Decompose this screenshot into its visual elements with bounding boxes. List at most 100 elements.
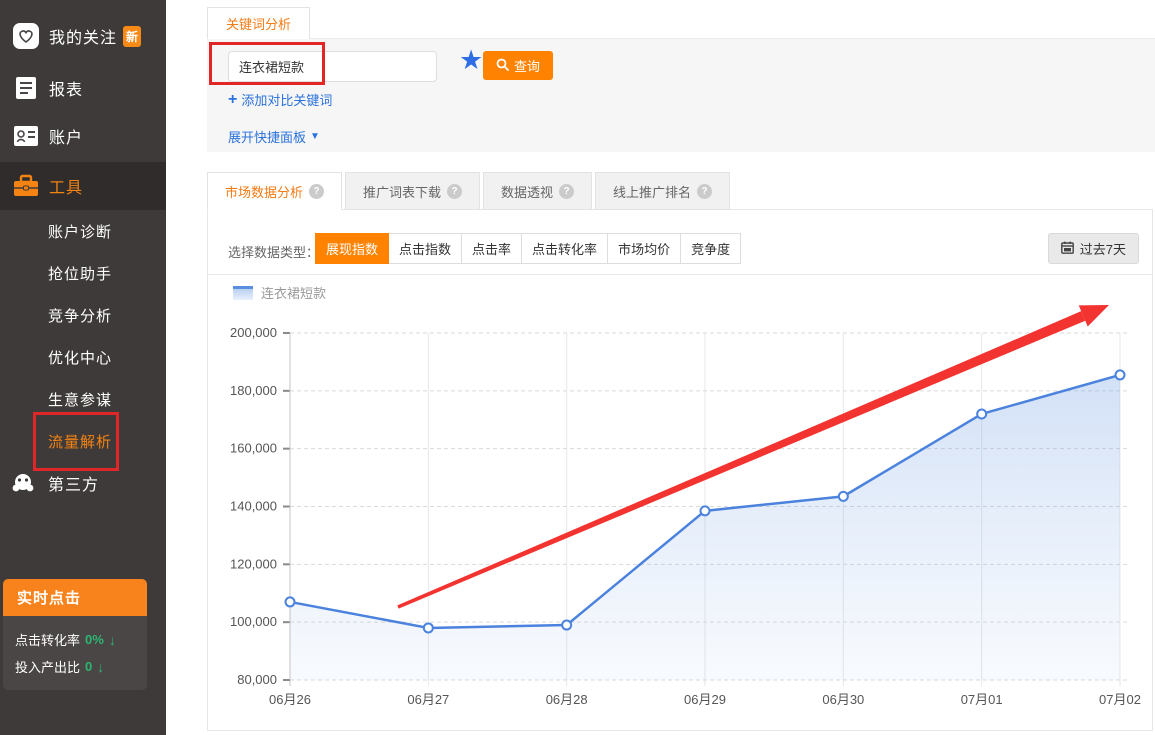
sidebar-subitem-label: 第三方 xyxy=(48,471,99,495)
plus-icon: + xyxy=(228,91,237,109)
metric-label: 投入产出比 xyxy=(15,657,80,676)
svg-text:100,000: 100,000 xyxy=(230,614,277,629)
sidebar-subitem-label: 竞争分析 xyxy=(48,305,112,326)
tab-label: 推广词表下载 xyxy=(363,182,441,201)
sidebar-item-label: 报表 xyxy=(49,76,83,100)
tools-submenu: 账户诊断抢位助手竞争分析优化中心生意参谋流量解析第三方 xyxy=(0,210,166,504)
caret-down-icon: ▼ xyxy=(310,131,320,142)
sidebar-item-reports[interactable]: 报表 xyxy=(0,68,166,108)
realtime-row-ctr: 点击转化率 0% ↓ xyxy=(15,630,147,649)
legend-item[interactable]: 连衣裙短款 xyxy=(233,283,326,302)
metric-label: 点击转化率 xyxy=(15,630,80,649)
tab-active[interactable]: 市场数据分析? xyxy=(207,172,342,210)
datatype-button[interactable]: 市场均价 xyxy=(607,233,681,264)
help-icon[interactable]: ? xyxy=(559,184,574,199)
svg-text:120,000: 120,000 xyxy=(230,556,277,571)
sidebar: 我的关注 新 报表 账户 xyxy=(0,0,166,735)
heart-icon xyxy=(13,23,39,49)
tab-label: 市场数据分析 xyxy=(225,182,303,201)
tab-inactive[interactable]: 线上推广排名? xyxy=(595,172,730,210)
svg-text:06月26: 06月26 xyxy=(269,692,311,707)
third-party-icon xyxy=(10,471,36,495)
tab-label: 线上推广排名 xyxy=(613,182,691,201)
sidebar-subitem[interactable]: 第三方 xyxy=(0,462,166,504)
help-icon[interactable]: ? xyxy=(697,184,712,199)
datatype-button[interactable]: 展现指数 xyxy=(315,233,389,264)
sidebar-subitem[interactable]: 抢位助手 xyxy=(0,252,166,294)
sidebar-subitem[interactable]: 流量解析 xyxy=(0,420,166,462)
new-badge: 新 xyxy=(123,26,141,47)
svg-text:06月30: 06月30 xyxy=(822,692,864,707)
help-icon[interactable]: ? xyxy=(309,184,324,199)
metric-value: 0 xyxy=(85,659,92,674)
svg-text:80,000: 80,000 xyxy=(237,672,277,687)
sidebar-subitem[interactable]: 生意参谋 xyxy=(0,378,166,420)
tab-keyword-analysis[interactable]: 关键词分析 xyxy=(207,7,310,39)
trend-down-icon: ↓ xyxy=(109,632,116,648)
legend-swatch-icon xyxy=(233,286,253,300)
datatype-button[interactable]: 点击率 xyxy=(461,233,522,264)
add-compare-keyword-link[interactable]: + 添加对比关键词 xyxy=(228,90,332,109)
keyword-input[interactable] xyxy=(228,51,437,82)
svg-text:140,000: 140,000 xyxy=(230,499,277,514)
sidebar-subitem-label: 流量解析 xyxy=(48,431,112,452)
tab-inactive[interactable]: 推广词表下载? xyxy=(345,172,480,210)
realtime-click-panel: 实时点击 点击转化率 0% ↓ 投入产出比 0 ↓ xyxy=(3,579,147,690)
sidebar-subitem[interactable]: 账户诊断 xyxy=(0,210,166,252)
date-range-button[interactable]: 过去7天 xyxy=(1048,233,1139,264)
metric-value: 0% xyxy=(85,632,104,647)
expand-quick-panel-link[interactable]: 展开快捷面板 ▼ xyxy=(228,127,320,146)
help-icon[interactable]: ? xyxy=(447,184,462,199)
sidebar-item-my-follow[interactable]: 我的关注 新 xyxy=(0,16,166,56)
svg-text:160,000: 160,000 xyxy=(230,441,277,456)
sidebar-item-tools[interactable]: 工具 xyxy=(0,162,166,210)
svg-text:06月27: 06月27 xyxy=(407,692,449,707)
sidebar-subitem-label: 生意参谋 xyxy=(48,389,112,410)
briefcase-icon xyxy=(13,173,39,199)
datatype-button[interactable]: 点击转化率 xyxy=(521,233,608,264)
datatype-button[interactable]: 竞争度 xyxy=(680,233,741,264)
sidebar-subitem-label: 抢位助手 xyxy=(48,263,112,284)
svg-text:06月29: 06月29 xyxy=(684,692,726,707)
svg-text:200,000: 200,000 xyxy=(230,325,277,340)
sidebar-subitem[interactable]: 竞争分析 xyxy=(0,294,166,336)
realtime-row-roi: 投入产出比 0 ↓ xyxy=(15,657,147,676)
sidebar-item-label: 账户 xyxy=(49,124,83,148)
divider xyxy=(208,274,1152,275)
datatype-label: 选择数据类型： xyxy=(228,242,319,261)
svg-text:07月01: 07月01 xyxy=(961,692,1003,707)
sidebar-subitem-label: 账户诊断 xyxy=(48,221,112,242)
svg-text:07月02: 07月02 xyxy=(1099,692,1141,707)
date-range-label: 过去7天 xyxy=(1080,239,1126,258)
realtime-panel-title: 实时点击 xyxy=(3,579,147,616)
datatype-button-group: 展现指数点击指数点击率点击转化率市场均价竞争度 xyxy=(316,233,741,264)
market-data-panel: 选择数据类型： 展现指数点击指数点击率点击转化率市场均价竞争度 过去7天 连衣裙… xyxy=(207,209,1153,731)
account-icon xyxy=(13,123,39,149)
query-button[interactable]: 查询 xyxy=(483,51,553,80)
svg-text:06月28: 06月28 xyxy=(546,692,588,707)
expand-panel-label: 展开快捷面板 xyxy=(228,127,306,146)
sidebar-subitem[interactable]: 优化中心 xyxy=(0,336,166,378)
svg-text:180,000: 180,000 xyxy=(230,383,277,398)
keyword-panel: ★ 查询 + 添加对比关键词 展开快捷面板 ▼ xyxy=(207,38,1155,152)
sidebar-subitem-label: 优化中心 xyxy=(48,347,112,368)
add-compare-label: 添加对比关键词 xyxy=(241,90,332,109)
calendar-icon xyxy=(1061,241,1074,257)
datatype-button[interactable]: 点击指数 xyxy=(388,233,462,264)
sidebar-item-label: 我的关注 xyxy=(49,24,117,48)
app-root: 我的关注 新 报表 账户 xyxy=(0,0,1155,735)
query-button-label: 查询 xyxy=(514,56,540,75)
legend-label: 连衣裙短款 xyxy=(261,283,326,302)
favorite-star-icon[interactable]: ★ xyxy=(459,47,483,74)
search-icon xyxy=(496,58,509,74)
trend-down-icon: ↓ xyxy=(97,659,104,675)
trend-arrow-annotation xyxy=(1079,305,1109,327)
line-chart: 200,000 180,000 160,000 140,000 120,000 100,0… xyxy=(208,301,1154,731)
section-tabs: 市场数据分析?推广词表下载?数据透视?线上推广排名? xyxy=(207,172,730,210)
tab-label: 数据透视 xyxy=(501,182,553,201)
realtime-panel-body: 点击转化率 0% ↓ 投入产出比 0 ↓ xyxy=(3,616,147,690)
tab-inactive[interactable]: 数据透视? xyxy=(483,172,592,210)
sidebar-item-account[interactable]: 账户 xyxy=(0,116,166,156)
sidebar-item-label: 工具 xyxy=(49,174,83,198)
report-icon xyxy=(13,75,39,101)
